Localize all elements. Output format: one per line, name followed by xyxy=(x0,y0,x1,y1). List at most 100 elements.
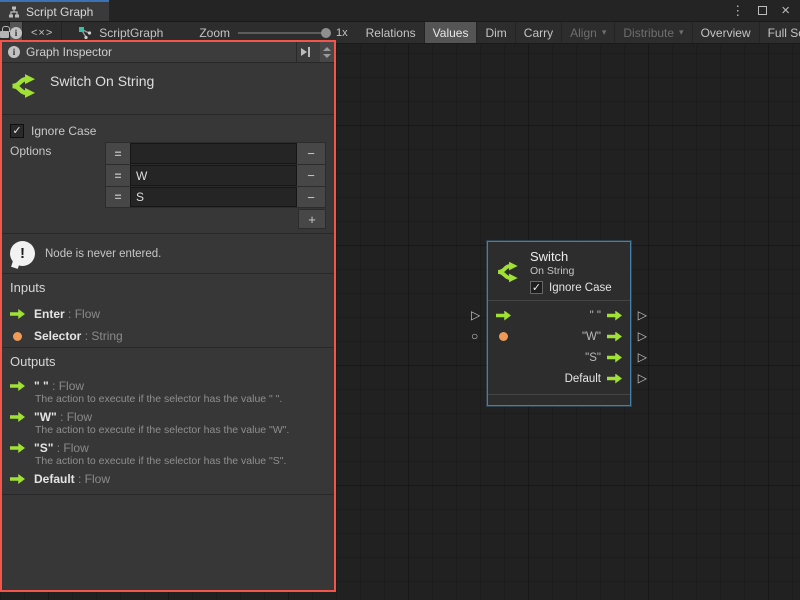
port-name: Enter xyxy=(34,307,65,321)
external-port-marker-right[interactable]: ▷ xyxy=(638,351,647,363)
port-description: The action to execute if the selector ha… xyxy=(35,393,326,405)
toolbar-button[interactable]: Full Screen ▾ xyxy=(760,22,800,43)
input-plug-icon[interactable] xyxy=(496,311,511,321)
output-flow-arrow-icon[interactable] xyxy=(607,311,622,321)
port-name: " " xyxy=(34,379,49,393)
drag-handle-icon[interactable]: = xyxy=(106,143,130,164)
panel-resize-spinner[interactable] xyxy=(320,42,334,62)
option-row: = − xyxy=(105,164,326,186)
option-value-input[interactable] xyxy=(130,187,297,207)
port-name: Default xyxy=(34,472,75,486)
toolbar-button-label: Align xyxy=(570,26,597,40)
zoom-label: Zoom xyxy=(199,26,230,40)
drag-handle-icon[interactable]: = xyxy=(106,187,130,207)
node-ignore-case-label: Ignore Case xyxy=(549,282,612,294)
inspector-node-title-block: Switch On String xyxy=(2,63,334,115)
drag-handle-icon[interactable]: = xyxy=(106,165,130,186)
port-name: "S" xyxy=(34,441,53,455)
info-icon: i xyxy=(10,27,22,39)
output-port-item: "S" : Flow The action to execute if the … xyxy=(10,439,326,467)
spinner-up-icon xyxy=(323,47,331,51)
inputs-section: Inputs Enter : Flow Selector : String xyxy=(2,274,334,348)
external-port-marker-right[interactable]: ▷ xyxy=(638,372,647,384)
ignore-case-checkbox[interactable]: ✓ xyxy=(10,124,24,138)
options-label: Options xyxy=(10,142,105,229)
title-bar: Script Graph ⋮ × xyxy=(0,0,800,21)
port-type: : Flow xyxy=(60,410,92,424)
input-port-row: Selector : String xyxy=(10,325,326,347)
zoom-slider-handle[interactable] xyxy=(321,28,331,38)
toolbar-button-label: Distribute xyxy=(623,26,674,40)
port-type: : Flow xyxy=(68,307,100,321)
switch-on-string-node[interactable]: Switch On String ✓ Ignore Case ▷ " " ▷ xyxy=(487,241,631,406)
option-value-input[interactable] xyxy=(130,143,297,164)
flow-arrow-icon xyxy=(10,474,25,484)
toolbar-button[interactable]: Carry ▾ xyxy=(516,22,562,43)
option-row: = − xyxy=(105,142,326,164)
options-list: = − = − = − xyxy=(105,142,326,229)
node-title: Switch xyxy=(530,249,612,264)
output-port-item: Default : Flow xyxy=(10,470,326,488)
output-port-item: " " : Flow The action to execute if the … xyxy=(10,377,326,405)
flow-arrow-icon xyxy=(10,443,25,453)
graph-inspector-panel: i Graph Inspector Switch On String ✓ Ign… xyxy=(0,40,336,592)
node-header[interactable]: Switch On String ✓ Ignore Case xyxy=(488,242,630,300)
input-port-row: Enter : Flow xyxy=(10,303,326,325)
input-plug-icon[interactable] xyxy=(496,353,511,363)
output-flow-arrow-icon[interactable] xyxy=(607,353,622,363)
output-flow-arrow-icon[interactable] xyxy=(607,374,622,384)
external-port-marker-right[interactable]: ▷ xyxy=(638,330,647,342)
switch-icon xyxy=(10,71,40,101)
lock-icon xyxy=(0,31,9,38)
remove-option-button[interactable]: − xyxy=(297,143,325,164)
inspector-info-icon: i xyxy=(8,46,20,58)
titlebar-spacer xyxy=(109,0,731,21)
output-port-item: "W" : Flow The action to execute if the … xyxy=(10,408,326,436)
toolbar-button[interactable]: Values ▾ xyxy=(425,22,478,43)
outputs-section: Outputs " " : Flow The action to execute… xyxy=(2,348,334,495)
input-plug-icon[interactable] xyxy=(496,374,511,384)
code-icon: <×> xyxy=(31,27,53,39)
remove-option-button[interactable]: − xyxy=(297,187,325,207)
option-row: = − xyxy=(105,186,326,208)
input-plug-icon[interactable] xyxy=(499,332,508,341)
node-port-row: ▷ " " ▷ xyxy=(488,305,630,326)
add-option-button[interactable]: + xyxy=(298,209,326,229)
dock-icon xyxy=(301,48,307,56)
tab-script-graph[interactable]: Script Graph xyxy=(0,0,109,21)
external-port-marker-left[interactable]: ▷ xyxy=(471,309,480,321)
option-value-input[interactable] xyxy=(130,165,297,186)
script-graph-node-icon xyxy=(78,26,92,40)
external-port-marker-left[interactable]: ○ xyxy=(471,330,478,342)
warning-bubble-icon: ! xyxy=(10,241,35,266)
chevron-down-icon: ▾ xyxy=(602,27,607,38)
node-subtitle: On String xyxy=(530,265,612,277)
port-type: : Flow xyxy=(52,379,84,393)
script-graph-tree-icon xyxy=(8,6,20,18)
toolbar-button-label: Values xyxy=(433,26,469,40)
remove-option-button[interactable]: − xyxy=(297,165,325,186)
toolbar-button-label: Relations xyxy=(366,26,416,40)
tab-title: Script Graph xyxy=(26,5,93,19)
maximize-icon[interactable] xyxy=(758,6,767,15)
outputs-header: Outputs xyxy=(10,354,326,369)
graph-name-label: ScriptGraph xyxy=(99,26,163,40)
output-flow-arrow-icon[interactable] xyxy=(607,332,622,342)
toolbar-button[interactable]: Distribute ▾ xyxy=(615,22,692,43)
node-ignore-case-checkbox[interactable]: ✓ xyxy=(530,281,543,294)
close-icon[interactable]: × xyxy=(781,4,790,17)
toolbar-button[interactable]: Relations ▾ xyxy=(358,22,425,43)
node-port-label: "W" xyxy=(511,331,601,343)
switch-icon xyxy=(496,249,522,294)
window-menu-icon[interactable]: ⋮ xyxy=(731,4,744,17)
zoom-slider[interactable] xyxy=(238,32,328,34)
toolbar-button[interactable]: Overview ▾ xyxy=(693,22,760,43)
toolbar-button[interactable]: Align ▾ xyxy=(562,22,615,43)
toolbar-button-label: Full Screen xyxy=(768,26,800,40)
node-port-label: " " xyxy=(511,310,601,322)
external-port-marker-right[interactable]: ▷ xyxy=(638,309,647,321)
inspector-header[interactable]: i Graph Inspector xyxy=(2,42,334,63)
inputs-header: Inputs xyxy=(10,280,326,295)
dock-panel-button[interactable] xyxy=(296,42,314,62)
toolbar-button[interactable]: Dim ▾ xyxy=(477,22,515,43)
